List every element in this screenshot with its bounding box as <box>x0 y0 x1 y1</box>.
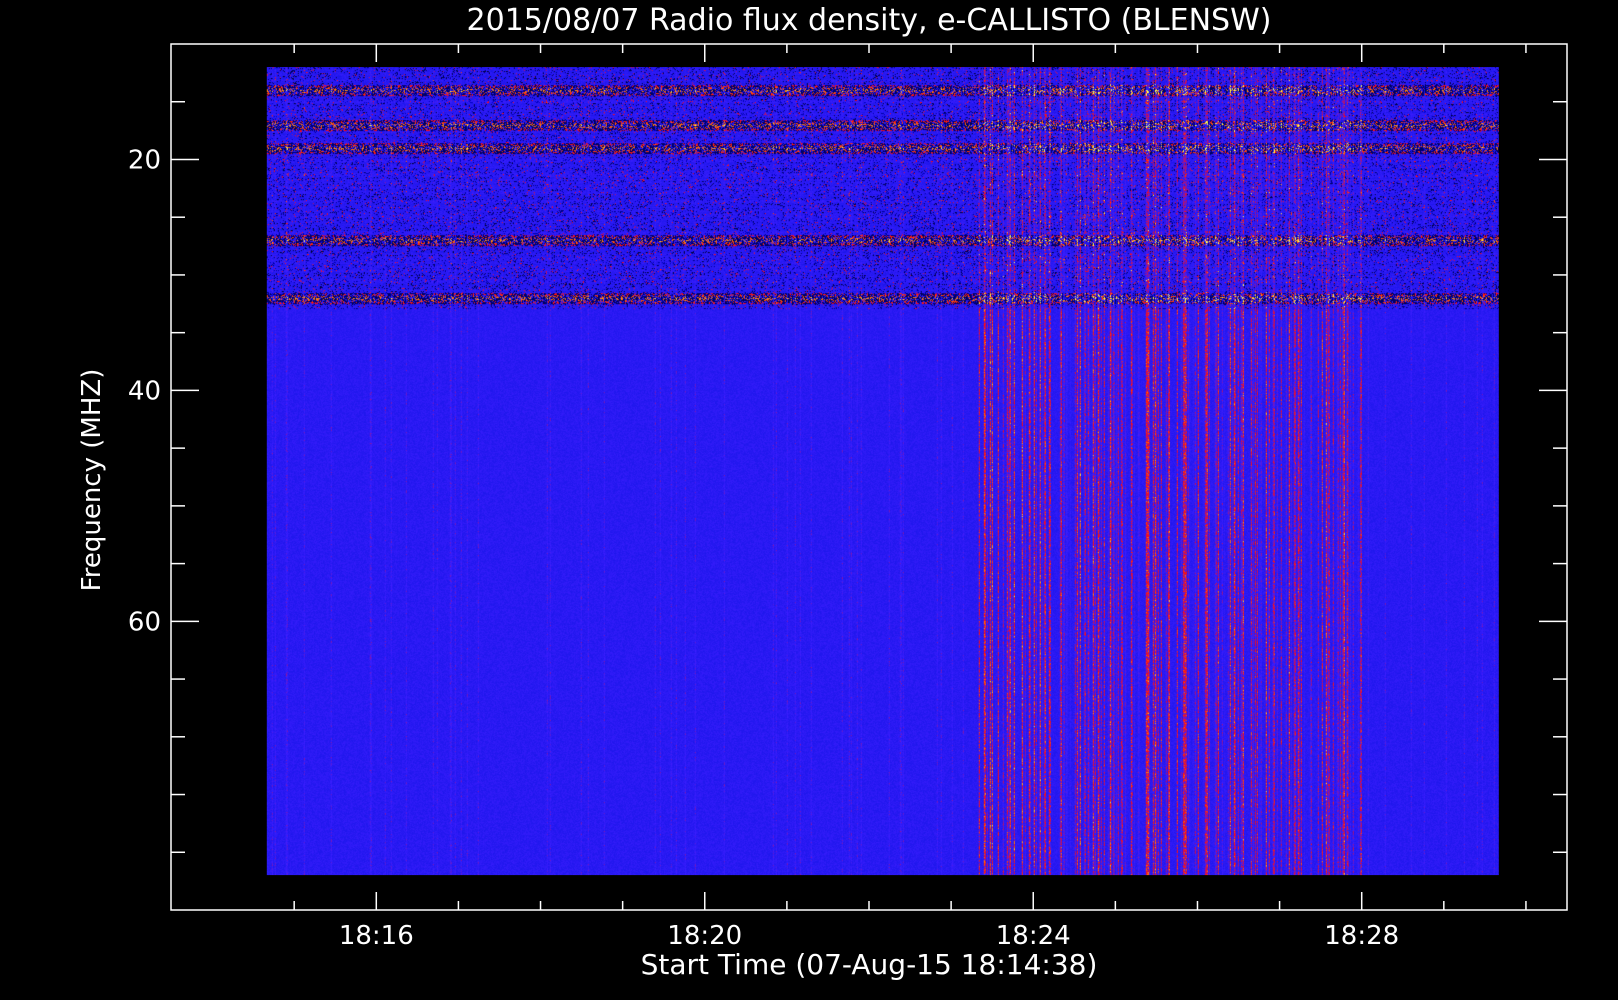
y-tick-label: 40 <box>128 376 161 406</box>
x-tick-label: 18:28 <box>1324 921 1399 951</box>
chart-title: 2015/08/07 Radio flux density, e-CALLIST… <box>467 3 1272 38</box>
x-tick-label: 18:20 <box>667 921 742 951</box>
spectrogram-chart: 18:16 18:20 18:24 18:28 20 40 60 2015/08/07 Ra… <box>0 0 1618 1000</box>
x-tick-label: 18:16 <box>339 921 414 951</box>
y-tick-label: 20 <box>128 145 161 175</box>
y-axis-label: Frequency (MHZ) <box>77 369 107 592</box>
y-tick-label: 60 <box>128 607 161 637</box>
x-axis-label: Start Time (07-Aug-15 18:14:38) <box>641 948 1098 981</box>
heatmap-layer <box>266 67 1499 876</box>
x-tick-label: 18:24 <box>996 921 1071 951</box>
spectrogram-image <box>266 67 1499 876</box>
